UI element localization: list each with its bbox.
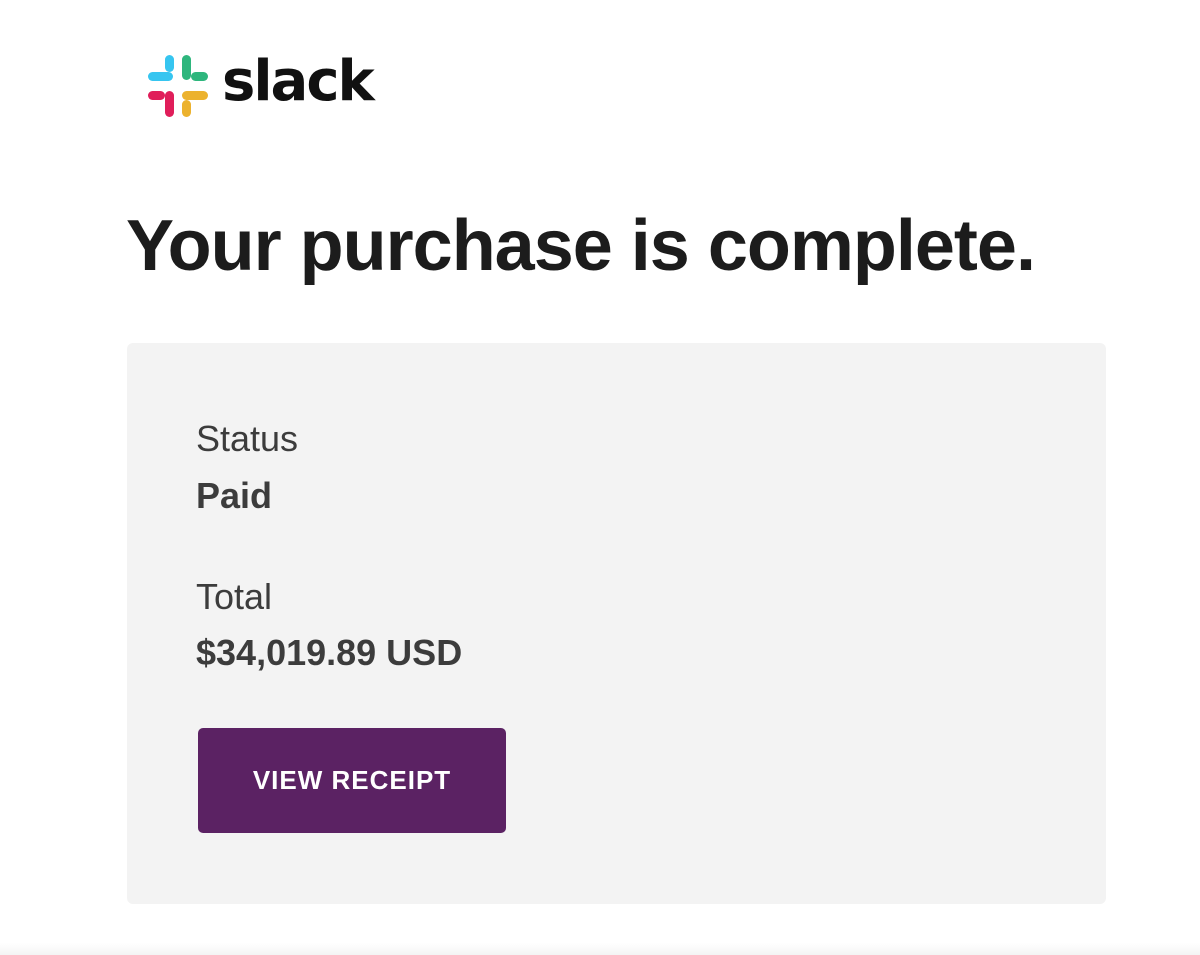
slack-logo-icon — [148, 55, 208, 117]
total-label: Total — [196, 576, 273, 617]
purchase-summary-card: Status Paid Total $34,019.89 USD VIEW RE… — [127, 343, 1106, 904]
view-receipt-button[interactable]: VIEW RECEIPT — [198, 728, 506, 833]
slack-wordmark: slack — [222, 49, 375, 114]
status-label: Status — [196, 418, 299, 459]
status-value: Paid — [196, 475, 273, 516]
total-value: $34,019.89 USD — [196, 632, 463, 673]
page-title: Your purchase is complete. — [126, 206, 1036, 286]
brand-header: slack — [148, 49, 375, 117]
bottom-edge-shadow — [0, 943, 1200, 955]
